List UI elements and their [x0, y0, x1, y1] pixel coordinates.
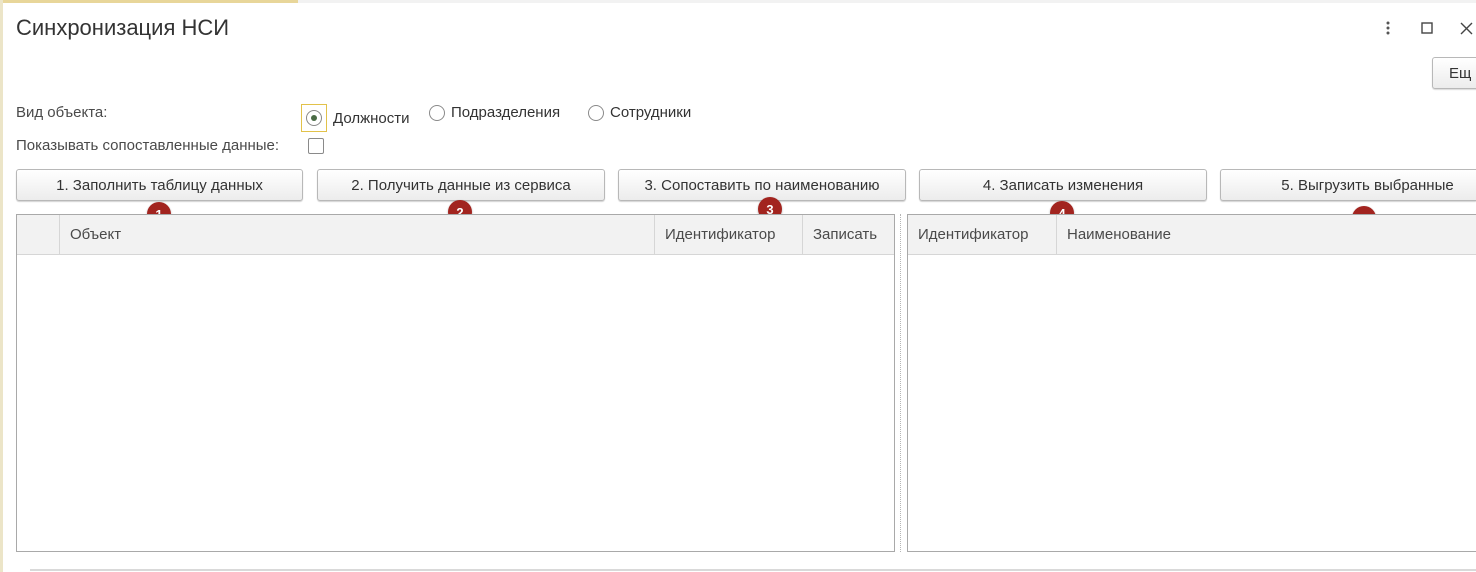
- export-selected-button-label: 5. Выгрузить выбранные: [1281, 176, 1454, 194]
- left-border: [0, 0, 3, 572]
- radio-positions[interactable]: Должности: [301, 104, 410, 132]
- show-matched-label: Показывать сопоставленные данные:: [16, 137, 280, 154]
- close-button[interactable]: [1452, 14, 1476, 42]
- radio-label-departments: Подразделения: [451, 104, 561, 121]
- fill-table-button[interactable]: 1. Заполнить таблицу данных: [16, 169, 303, 201]
- object-type-label: Вид объекта:: [16, 104, 108, 121]
- save-changes-button-label: 4. Записать изменения: [982, 176, 1144, 194]
- column-header-object[interactable]: Объект: [60, 215, 655, 254]
- objects-table[interactable]: Объект Идентификатор Записать: [16, 214, 895, 552]
- export-selected-button[interactable]: 5. Выгрузить выбранные: [1220, 169, 1476, 201]
- column-header-marker[interactable]: [17, 215, 60, 254]
- save-changes-button[interactable]: 4. Записать изменения: [919, 169, 1207, 201]
- top-tab-strip: [0, 0, 1476, 3]
- radio-button[interactable]: [588, 104, 604, 121]
- get-service-data-button-label: 2. Получить данные из сервиса: [351, 176, 571, 194]
- radio-label-employees: Сотрудники: [610, 104, 692, 121]
- column-header-identifier[interactable]: Идентификатор: [655, 215, 803, 254]
- service-table[interactable]: Идентификатор Наименование: [907, 214, 1476, 552]
- column-header-name[interactable]: Наименование: [1057, 215, 1476, 254]
- get-service-data-button[interactable]: 2. Получить данные из сервиса: [317, 169, 605, 201]
- window-title: Синхронизация НСИ: [16, 15, 230, 40]
- maximize-button[interactable]: [1413, 14, 1441, 42]
- column-header-write[interactable]: Записать: [803, 215, 894, 254]
- more-button[interactable]: Ещ: [1432, 57, 1476, 89]
- fill-table-button-label: 1. Заполнить таблицу данных: [56, 176, 263, 194]
- match-by-name-button-label: 3. Сопоставить по наименованию: [644, 176, 880, 194]
- radio-button-selected[interactable]: [306, 110, 322, 126]
- radio-label-positions: Должности: [333, 109, 410, 127]
- radio-button[interactable]: [429, 104, 445, 121]
- close-icon: [1460, 22, 1472, 34]
- radio-employees[interactable]: Сотрудники: [588, 104, 691, 121]
- radio-dot: [311, 115, 317, 121]
- maximize-icon: [1421, 22, 1433, 34]
- show-matched-checkbox[interactable]: [308, 138, 324, 154]
- radio-departments[interactable]: Подразделения: [429, 104, 560, 121]
- match-by-name-button[interactable]: 3. Сопоставить по наименованию: [618, 169, 906, 201]
- bottom-divider: [30, 569, 1476, 571]
- panel-splitter[interactable]: [900, 214, 901, 552]
- column-header-identifier[interactable]: Идентификатор: [908, 215, 1057, 254]
- vertical-dots-icon: [1386, 21, 1390, 35]
- service-table-header: Идентификатор Наименование: [908, 215, 1476, 255]
- objects-table-header: Объект Идентификатор Записать: [17, 215, 894, 255]
- more-actions-button[interactable]: [1374, 14, 1402, 42]
- radio-focus-frame: [301, 104, 327, 132]
- active-tab-indicator: [0, 0, 298, 3]
